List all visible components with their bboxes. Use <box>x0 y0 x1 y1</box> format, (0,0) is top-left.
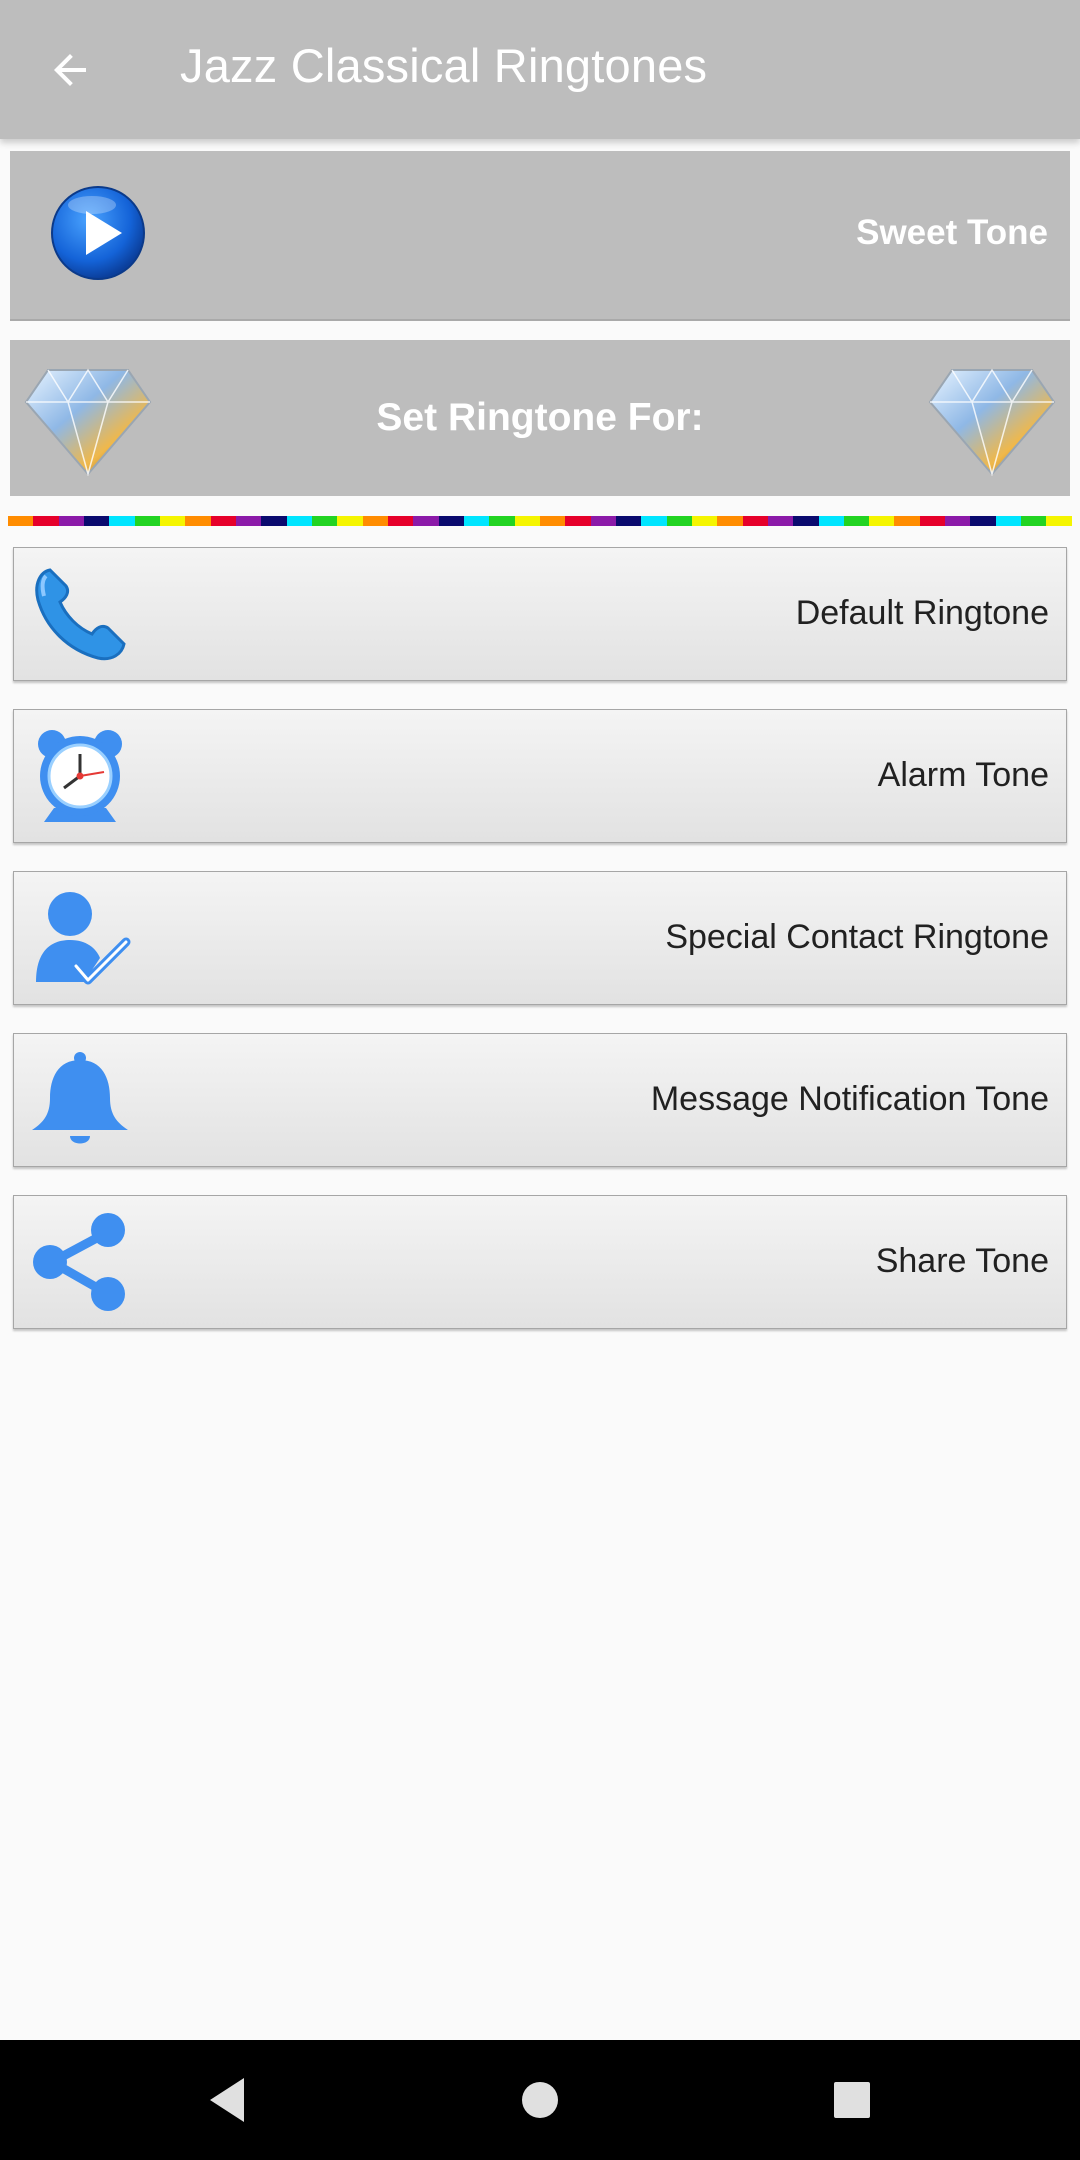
option-label: Share Tone <box>875 1242 1049 1280</box>
rainbow-segment <box>134 516 160 526</box>
rainbow-segment <box>945 516 971 526</box>
rainbow-segment <box>995 516 1022 526</box>
ringtone-options: Default Ringtone Alarm Tone Special Cont… <box>13 547 1067 1357</box>
alarm-clock-icon <box>38 730 122 822</box>
back-button[interactable] <box>32 32 108 108</box>
share-icon <box>33 1213 125 1311</box>
rainbow-segment <box>691 516 718 526</box>
message-notification-tone-button[interactable]: Message Notification Tone <box>13 1033 1067 1167</box>
alarm-tone-button[interactable]: Alarm Tone <box>13 709 1067 843</box>
arrow-back-icon <box>54 54 86 86</box>
rainbow-segment <box>362 516 388 526</box>
rainbow-segment <box>8 516 34 526</box>
rainbow-segment <box>235 516 262 526</box>
system-nav-bar <box>0 2040 1080 2160</box>
page-title: Jazz Classical Ringtones <box>180 39 708 92</box>
bell-icon <box>32 1052 128 1144</box>
set-ringtone-panel: Set Ringtone For: <box>10 340 1070 496</box>
rainbow-segment <box>767 516 794 526</box>
rainbow-segment <box>261 516 287 526</box>
rainbow-segment <box>337 516 363 526</box>
nav-back-icon[interactable] <box>196 2068 260 2132</box>
rainbow-segment <box>539 516 566 526</box>
rainbow-segment <box>919 516 946 526</box>
rainbow-divider <box>8 516 1072 526</box>
rainbow-segment <box>463 516 490 526</box>
special-contact-ringtone-button[interactable]: Special Contact Ringtone <box>13 871 1067 1005</box>
rainbow-segment <box>311 516 338 526</box>
rainbow-segment <box>514 516 540 526</box>
rainbow-segment <box>717 516 743 526</box>
share-tone-button[interactable]: Share Tone <box>13 1195 1067 1329</box>
contact-check-icon <box>36 892 131 985</box>
rainbow-segment <box>590 516 616 526</box>
rainbow-segment <box>286 516 312 526</box>
rainbow-segment <box>843 516 870 526</box>
rainbow-segment <box>438 516 464 526</box>
rainbow-segment <box>413 516 439 526</box>
rainbow-segment <box>33 516 59 526</box>
app-bar: Jazz Classical Ringtones <box>0 0 1080 139</box>
rainbow-segment <box>818 516 844 526</box>
diamond-icon <box>928 368 1056 476</box>
rainbow-segment <box>869 516 895 526</box>
tone-name: Sweet Tone <box>856 213 1048 252</box>
rainbow-segment <box>615 516 642 526</box>
rainbow-segment <box>489 516 515 526</box>
rainbow-segment <box>793 516 819 526</box>
phone-icon <box>35 568 126 661</box>
rainbow-segment <box>83 516 110 526</box>
rainbow-segment <box>565 516 591 526</box>
default-ringtone-button[interactable]: Default Ringtone <box>13 547 1067 681</box>
rainbow-segment <box>742 516 768 526</box>
rainbow-segment <box>210 516 236 526</box>
player-panel: Sweet Tone <box>10 151 1070 321</box>
rainbow-segment <box>970 516 996 526</box>
option-label: Special Contact Ringtone <box>665 918 1049 956</box>
set-ringtone-label: Set Ringtone For: <box>376 396 704 439</box>
option-label: Message Notification Tone <box>650 1080 1049 1118</box>
rainbow-segment <box>387 516 414 526</box>
play-icon[interactable] <box>48 183 148 283</box>
rainbow-segment <box>159 516 186 526</box>
rainbow-segment <box>58 516 84 526</box>
rainbow-segment <box>666 516 692 526</box>
rainbow-segment <box>641 516 667 526</box>
rainbow-segment <box>185 516 211 526</box>
rainbow-segment <box>1021 516 1047 526</box>
rainbow-segment <box>109 516 135 526</box>
option-label: Alarm Tone <box>877 756 1049 794</box>
nav-home-icon[interactable] <box>508 2068 572 2132</box>
rainbow-segment <box>894 516 920 526</box>
nav-recents-icon[interactable] <box>820 2068 884 2132</box>
option-label: Default Ringtone <box>795 594 1049 632</box>
rainbow-segment <box>1046 516 1072 526</box>
